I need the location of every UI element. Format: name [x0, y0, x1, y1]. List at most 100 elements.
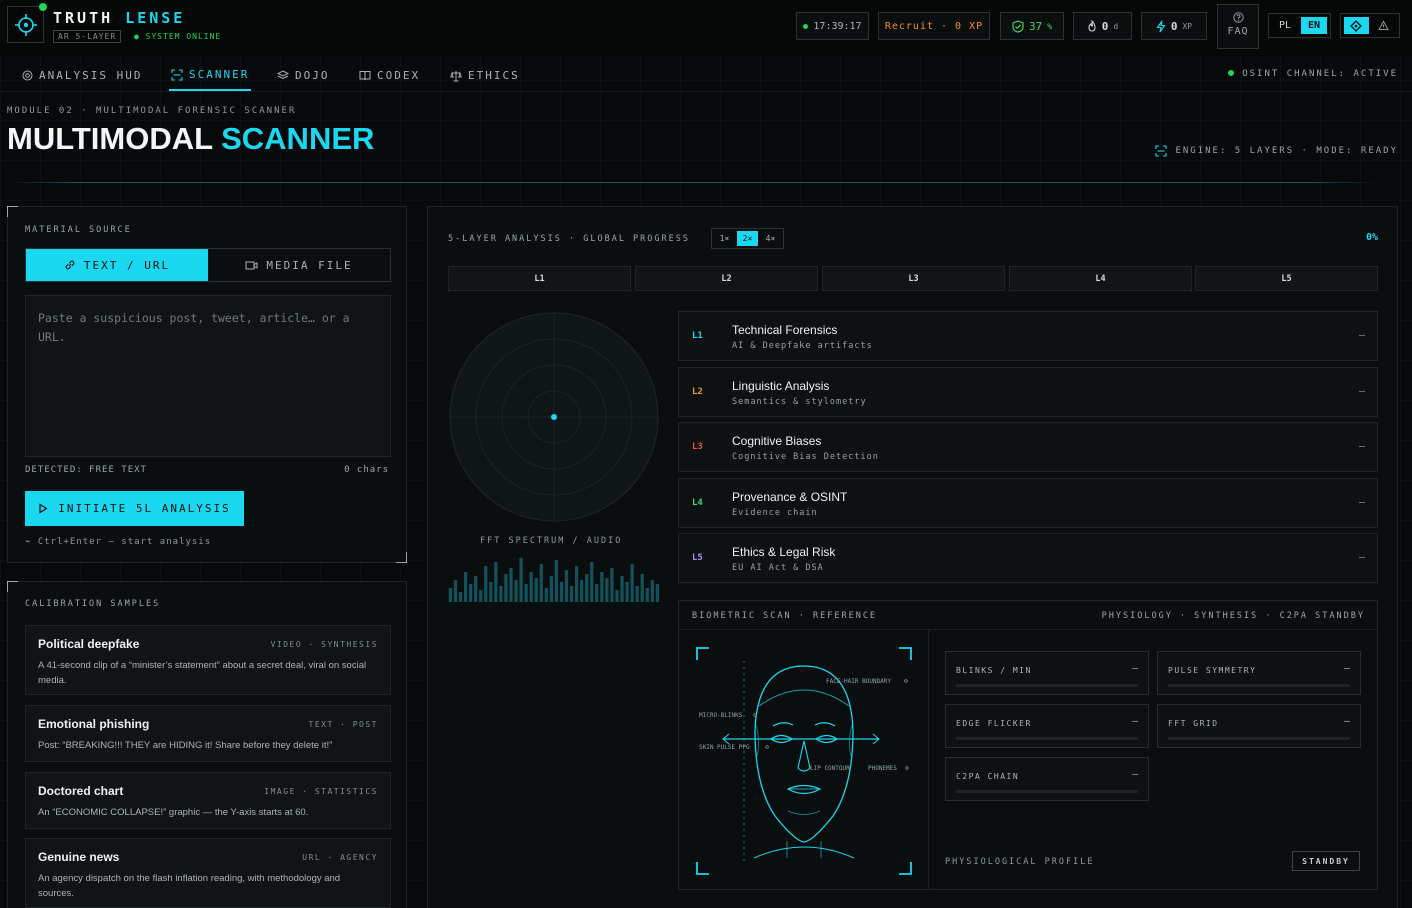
- sample-tags: VIDEO · SYNTHESIS: [270, 640, 378, 649]
- warning-icon: [1378, 20, 1390, 30]
- shield-chip[interactable]: 37 %: [1000, 12, 1064, 40]
- engine-status-label: ENGINE: 5 LAYERS · MODE: READY: [1175, 146, 1398, 156]
- layer-row-l4[interactable]: L4 Provenance & OSINT Evidence chain —: [678, 478, 1378, 528]
- fft-bar: [580, 580, 584, 602]
- scan-icon: [1155, 145, 1167, 157]
- metric-c2pa-chain: C2PA CHAIN —: [945, 757, 1149, 801]
- initiate-analysis-button[interactable]: INITIATE 5L ANALYSIS: [25, 491, 244, 526]
- fft-bar: [625, 582, 629, 602]
- layer-title: Provenance & OSINT: [732, 490, 848, 504]
- logo[interactable]: [7, 3, 47, 43]
- lang-en[interactable]: EN: [1301, 17, 1327, 34]
- tab-codex[interactable]: CODEX: [359, 60, 420, 91]
- keyboard-hint: ⌁ Ctrl+Enter — start analysis: [25, 537, 212, 547]
- profile-status-badge[interactable]: STANDBY: [1292, 851, 1360, 871]
- online-dot: [39, 3, 47, 11]
- layer-value: —: [1358, 386, 1365, 397]
- layer-value: —: [1358, 330, 1365, 341]
- layer-row-l1[interactable]: L1 Technical Forensics AI & Deepfake art…: [678, 311, 1378, 361]
- scan-icon: [171, 68, 183, 81]
- fft-bar: [504, 574, 508, 602]
- fft-bar: [640, 574, 644, 602]
- video-camera-icon: [245, 261, 258, 269]
- rank-chip[interactable]: Recruit · 0 XP: [878, 12, 990, 40]
- divider: [7, 182, 1379, 183]
- speed-4x[interactable]: 4×: [760, 231, 781, 246]
- fft-bar: [610, 568, 614, 602]
- streak-chip[interactable]: 0 d: [1073, 12, 1132, 40]
- metric-value: —: [1131, 769, 1138, 780]
- target-icon: [22, 70, 33, 81]
- progress-percent: 0%: [1365, 232, 1378, 243]
- fft-bar: [448, 588, 453, 602]
- xp-chip[interactable]: 0 XP: [1141, 12, 1207, 40]
- fft-bar: [600, 572, 604, 602]
- corner-bracket: [7, 206, 18, 217]
- tab-analysis-hud[interactable]: ANALYSIS HUD: [22, 60, 142, 91]
- fft-bar: [509, 568, 513, 602]
- top-bar: TRUTH LENSE AR 5-LAYER ● SYSTEM ONLINE 1…: [0, 0, 1412, 56]
- layer-tab-l2[interactable]: L2: [635, 266, 818, 291]
- tab-scanner[interactable]: SCANNER: [169, 60, 252, 91]
- layer-code: L2: [692, 387, 703, 397]
- speed-2x[interactable]: 2×: [737, 231, 758, 246]
- sample-card[interactable]: Doctored chart IMAGE · STATISTICS An “EC…: [25, 772, 391, 829]
- metric-bar: [1168, 737, 1350, 740]
- fft-bar: [544, 588, 548, 602]
- fft-bar: [499, 586, 503, 602]
- tab-label: MEDIA FILE: [266, 258, 353, 272]
- metric-value: —: [1343, 663, 1350, 674]
- initiate-label: INITIATE 5L ANALYSIS: [58, 502, 231, 515]
- metric-name: EDGE FLICKER: [956, 719, 1032, 728]
- fft-bar: [554, 560, 559, 602]
- sample-card[interactable]: Political deepfake VIDEO · SYNTHESIS A 4…: [25, 625, 391, 695]
- layer-row-l3[interactable]: L3 Cognitive Biases Cognitive Bias Detec…: [678, 422, 1378, 472]
- lang-pl[interactable]: PL: [1272, 17, 1298, 34]
- layer-tab-l3[interactable]: L3: [822, 266, 1005, 291]
- fft-spectrum: [448, 558, 659, 602]
- metric-value: —: [1131, 716, 1138, 727]
- layer-row-l5[interactable]: L5 Ethics & Legal Risk EU AI Act & DSA —: [678, 533, 1378, 583]
- osint-status: OSINT CHANNEL: ACTIVE: [1228, 69, 1398, 79]
- fft-bar: [559, 582, 564, 602]
- lightning-icon: [1156, 20, 1166, 32]
- clock-chip: 17:39:17: [796, 12, 869, 40]
- mode-alert-button[interactable]: [1372, 17, 1397, 34]
- fft-bar: [590, 562, 594, 602]
- metric-name: FFT GRID: [1168, 719, 1219, 728]
- tab-dojo[interactable]: DOJO: [277, 60, 330, 91]
- faq-button[interactable]: FAQ: [1217, 4, 1259, 49]
- metric-fft-grid: FFT GRID —: [1157, 704, 1361, 748]
- detected-type: DETECTED: FREE TEXT: [25, 465, 147, 475]
- calibration-panel: CALIBRATION SAMPLES Political deepfake V…: [7, 581, 407, 908]
- fft-bar: [514, 580, 518, 602]
- tab-ethics[interactable]: ETHICS: [450, 60, 520, 91]
- layer-subtitle: AI & Deepfake artifacts: [732, 341, 873, 351]
- fft-bar: [620, 576, 624, 602]
- layer-tab-l4[interactable]: L4: [1009, 266, 1192, 291]
- physiological-profile-label: PHYSIOLOGICAL PROFILE: [945, 857, 1095, 867]
- sample-tags: URL · AGENCY: [302, 853, 378, 862]
- layer-code: L5: [692, 553, 703, 563]
- speed-1x[interactable]: 1×: [714, 231, 735, 246]
- layer-tab-l1[interactable]: L1: [448, 266, 631, 291]
- source-text-input[interactable]: Paste a suspicious post, tweet, article……: [25, 295, 391, 457]
- layer-tab-l5[interactable]: L5: [1195, 266, 1378, 291]
- layer-code: L1: [692, 331, 703, 341]
- char-count: 0 chars: [344, 465, 389, 475]
- play-icon: [39, 503, 48, 514]
- metric-bar: [1168, 684, 1350, 687]
- sample-card[interactable]: Genuine news URL · AGENCY An agency disp…: [25, 838, 391, 908]
- tab-media-file[interactable]: MEDIA FILE: [208, 249, 390, 281]
- mode-hud-button[interactable]: [1344, 17, 1369, 34]
- sample-card[interactable]: Emotional phishing TEXT · POST Post: “BR…: [25, 705, 391, 762]
- shield-unit: %: [1047, 21, 1053, 31]
- metric-value: —: [1131, 663, 1138, 674]
- metric-edge-flicker: EDGE FLICKER —: [945, 704, 1149, 748]
- tab-text-url[interactable]: TEXT / URL: [26, 249, 208, 281]
- corner-bracket: [396, 552, 407, 563]
- layer-row-l2[interactable]: L2 Linguistic Analysis Semantics & stylo…: [678, 367, 1378, 417]
- layers-icon: [277, 70, 289, 80]
- layer-value: —: [1358, 497, 1365, 508]
- face-hair-label: FACE-HAIR BOUNDARY: [826, 678, 891, 685]
